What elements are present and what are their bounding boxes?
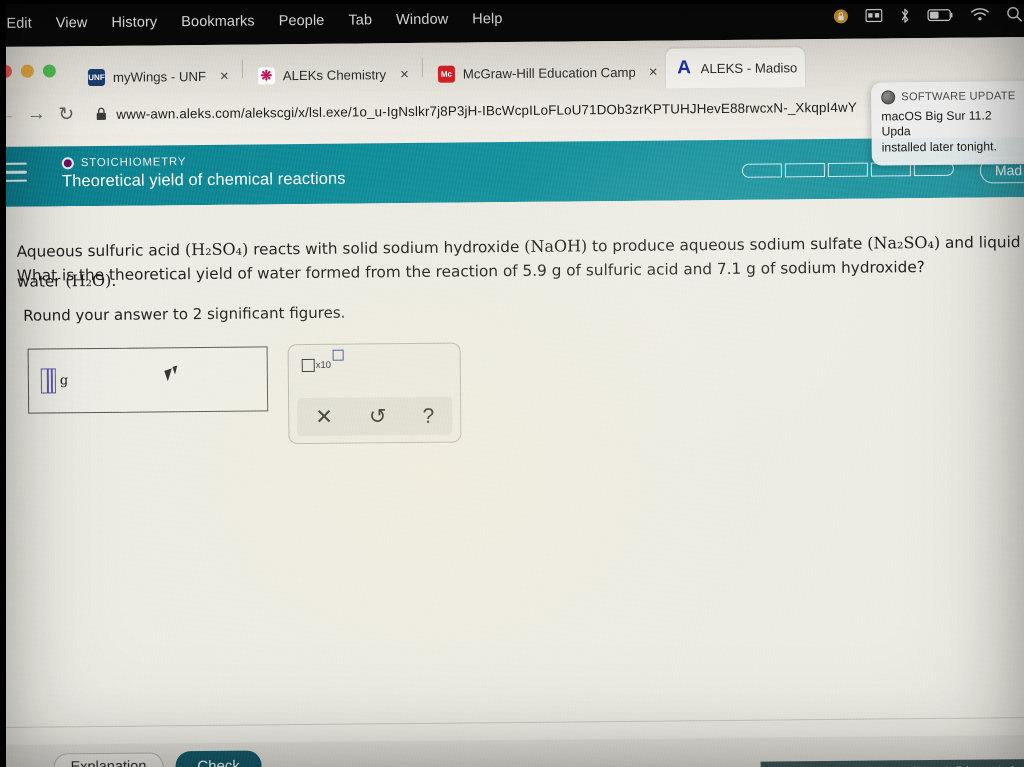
- help-button[interactable]: ?: [422, 404, 434, 427]
- lock-icon[interactable]: [833, 8, 848, 23]
- tool-button-row: ✕ ↺ ?: [297, 396, 453, 437]
- undo-button[interactable]: ↺: [369, 405, 387, 428]
- progress-segment: [827, 162, 868, 177]
- bezel-left: [0, 0, 6, 767]
- menu-item-view[interactable]: View: [44, 15, 100, 32]
- question-text-a: Aqueous sulfuric acid: [16, 241, 186, 261]
- tab-title: McGraw-Hill Education Campu: [462, 64, 635, 81]
- reload-button[interactable]: ↻: [51, 103, 81, 126]
- menu-item-bookmarks[interactable]: Bookmarks: [169, 13, 267, 30]
- topic-status-dot: [61, 157, 74, 170]
- question-text-b: reacts with solid sodium hydroxide: [248, 237, 525, 259]
- menu-item-window[interactable]: Window: [384, 12, 460, 29]
- question-content-area: Aqueous sulfuric acid (H₂SO₄) reacts wit…: [0, 197, 1024, 767]
- scientific-notation-icon[interactable]: x10: [301, 349, 345, 373]
- browser-tab-aleks-active[interactable]: A ALEKS - Madiso: [665, 47, 806, 89]
- minimize-window-button[interactable]: [20, 64, 34, 78]
- notification-toast[interactable]: SOFTWARE UPDATE macOS Big Sur 11.2 Upda …: [871, 81, 1024, 166]
- topic-label-row: STOICHIOMETRY: [61, 155, 346, 170]
- mantissa-box: [301, 358, 315, 373]
- menu-bar-status-icons: [833, 0, 1022, 39]
- maximize-window-button[interactable]: [42, 63, 56, 78]
- secure-lock-icon: [95, 107, 107, 121]
- formula-sodium-hydroxide: (NaOH): [524, 236, 588, 256]
- battery-icon[interactable]: [927, 8, 953, 21]
- close-tab-icon[interactable]: ×: [220, 67, 229, 84]
- aleks-a-icon: A: [677, 59, 692, 77]
- math-tool-panel: x10 ✕ ↺ ?: [287, 342, 462, 445]
- clear-button[interactable]: ✕: [315, 405, 333, 428]
- search-icon[interactable]: [1006, 6, 1022, 22]
- aleks-chemistry-icon: ❋: [257, 66, 275, 84]
- notification-header: SOFTWARE UPDATE: [881, 89, 1021, 105]
- screen-mirroring-icon[interactable]: [865, 8, 883, 23]
- notification-title: SOFTWARE UPDATE: [901, 90, 1016, 104]
- formula-sulfuric-acid: (H₂SO₄): [184, 239, 249, 260]
- browser-tabs: UNF myWings - UNF × ❋ ALEKs Chemistry × …: [78, 39, 806, 94]
- software-update-icon: [881, 90, 896, 105]
- close-tab-icon[interactable]: ×: [649, 63, 658, 80]
- tab-title: ALEKs Chemistry: [282, 66, 387, 83]
- x10-label: x10: [315, 359, 332, 371]
- answer-placeholder-box-icon: [40, 368, 57, 394]
- topic-heading: STOICHIOMETRY Theoretical yield of chemi…: [61, 155, 346, 192]
- screen-photo: Edit View History Bookmarks People Tab W…: [0, 0, 1024, 767]
- notification-body: macOS Big Sur 11.2 Upda installed later …: [881, 108, 997, 154]
- browser-tab-mcgraw-hill[interactable]: Mc McGraw-Hill Education Campu ×: [428, 55, 666, 91]
- hamburger-icon[interactable]: [2, 162, 27, 188]
- url-text[interactable]: www-awn.aleks.com/alekscgi/x/lsl.exe/1o_…: [116, 99, 857, 121]
- answer-input[interactable]: g: [27, 346, 269, 414]
- page-title: Theoretical yield of chemical reactions: [61, 169, 346, 191]
- window-controls: [0, 63, 56, 78]
- menu-item-people[interactable]: People: [267, 13, 337, 30]
- unf-logo-icon: UNF: [87, 68, 106, 86]
- menu-item-history[interactable]: History: [99, 14, 169, 31]
- exponent-box: [332, 349, 345, 361]
- check-button[interactable]: Check: [175, 750, 263, 767]
- tab-title: myWings - UNF: [112, 68, 207, 85]
- mac-screen: Edit View History Bookmarks People Tab W…: [0, 0, 1024, 767]
- progress-segment: [741, 163, 782, 178]
- menu-bar-items: Edit View History Bookmarks People Tab W…: [0, 11, 515, 32]
- forward-button[interactable]: →: [21, 103, 51, 125]
- close-tab-icon[interactable]: ×: [400, 66, 409, 83]
- answer-unit-label: g: [59, 373, 69, 389]
- question-text-c: to produce aqueous sodium sulfate: [587, 234, 868, 256]
- menu-item-tab[interactable]: Tab: [336, 12, 384, 28]
- progress-segment: [784, 163, 825, 178]
- browser-tab-aleks-chemistry[interactable]: ❋ ALEKs Chemistry ×: [248, 57, 417, 93]
- wifi-icon[interactable]: [970, 7, 989, 21]
- tab-title: ALEKS - Madiso: [700, 59, 798, 76]
- bezel-top: [0, 0, 1024, 4]
- tab-separator: [241, 59, 243, 79]
- explanation-button[interactable]: Explanation: [53, 752, 164, 767]
- menu-item-edit[interactable]: Edit: [0, 16, 44, 32]
- mcgraw-hill-icon: Mc: [437, 65, 455, 83]
- topic-category-label: STOICHIOMETRY: [80, 156, 187, 170]
- formula-sodium-sulfate: (Na₂SO₄): [867, 232, 941, 253]
- question-line-3: Round your answer to 2 significant figur…: [23, 303, 346, 325]
- menu-item-help[interactable]: Help: [460, 11, 514, 28]
- tab-separator: [421, 57, 423, 77]
- browser-tab-mywings[interactable]: UNF myWings - UNF ×: [78, 59, 237, 95]
- bluetooth-icon[interactable]: [899, 7, 910, 24]
- content-divider: [0, 716, 1024, 728]
